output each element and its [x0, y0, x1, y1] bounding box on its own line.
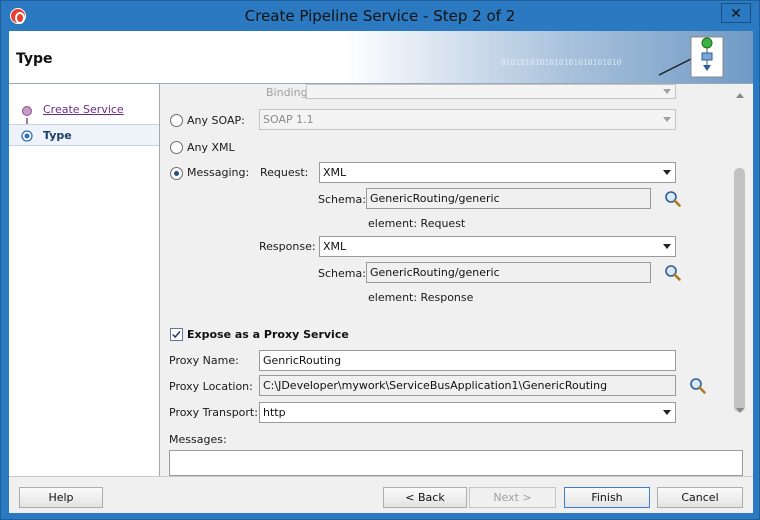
finish-button[interactable]: Finish [564, 487, 650, 508]
messaging-radio[interactable] [170, 167, 183, 180]
wizard-steps-panel: Create Service Type [9, 84, 160, 476]
chevron-down-icon [663, 244, 671, 249]
step-create-service-link[interactable]: Create Service [43, 103, 124, 116]
proxy-name-value: GenricRouting [263, 354, 342, 367]
expose-proxy-checkbox[interactable] [170, 328, 183, 341]
dialog-window: Create Pipeline Service - Step 2 of 2 ✕ … [0, 0, 760, 520]
proxy-name-input[interactable]: GenricRouting [259, 350, 676, 371]
help-button[interactable]: Help [19, 487, 103, 508]
step-current-icon [21, 130, 33, 142]
proxy-location-label: Proxy Location: [169, 380, 253, 393]
chevron-down-icon [663, 117, 671, 122]
soap-version-value: SOAP 1.1 [263, 113, 314, 126]
type-form-panel: Binding: Any SOAP: SOAP 1.1 Any XML Mess… [160, 84, 753, 476]
request-type-select[interactable]: XML [319, 162, 676, 183]
response-schema-search-icon[interactable] [664, 264, 682, 282]
request-schema-label: Schema: [318, 193, 366, 206]
request-type-value: XML [323, 166, 347, 179]
response-schema-field[interactable]: GenericRouting/generic [366, 262, 651, 283]
chevron-down-icon [663, 89, 671, 94]
wizard-button-bar: Help < Back Next > Finish Cancel [9, 476, 753, 513]
messages-area [169, 450, 743, 476]
request-label: Request: [260, 166, 309, 179]
window-title: Create Pipeline Service - Step 2 of 2 [244, 7, 516, 25]
request-schema-field[interactable]: GenericRouting/generic [366, 188, 651, 209]
chevron-down-icon [663, 410, 671, 415]
soap-version-select[interactable]: SOAP 1.1 [259, 109, 676, 130]
request-schema-value: GenericRouting/generic [370, 192, 500, 205]
binding-select[interactable] [306, 84, 676, 99]
any-soap-radio[interactable] [170, 114, 183, 127]
request-schema-search-icon[interactable] [664, 190, 682, 208]
response-type-select[interactable]: XML [319, 236, 676, 257]
dialog-body: Type 0101010101010101010101010 Create Se… [9, 31, 753, 513]
back-button[interactable]: < Back [383, 487, 467, 508]
form-scrollbar[interactable] [731, 84, 749, 422]
request-element-text: element: Request [368, 217, 466, 230]
any-xml-radio[interactable] [170, 141, 183, 154]
response-type-value: XML [323, 240, 347, 253]
next-button[interactable]: Next > [469, 487, 556, 508]
proxy-location-value: C:\JDeveloper\mywork\ServiceBusApplicati… [263, 379, 608, 392]
cancel-button[interactable]: Cancel [657, 487, 743, 508]
page-title: Type [16, 51, 53, 67]
proxy-transport-label: Proxy Transport: [169, 406, 258, 419]
messaging-label: Messaging: [187, 166, 250, 179]
close-button[interactable]: ✕ [721, 3, 751, 23]
proxy-name-label: Proxy Name: [169, 354, 239, 367]
step-visited-icon [22, 106, 32, 116]
response-label: Response: [259, 240, 316, 253]
wizard-header: Type 0101010101010101010101010 [9, 31, 753, 84]
binary-decoration: 0101010101010101010101010 [501, 58, 622, 67]
step-type-label: Type [43, 129, 72, 142]
close-icon: ✕ [730, 4, 742, 21]
checkmark-icon [172, 331, 181, 339]
scrollbar-thumb[interactable] [734, 168, 745, 412]
proxy-location-search-icon[interactable] [689, 377, 707, 395]
proxy-location-field[interactable]: C:\JDeveloper\mywork\ServiceBusApplicati… [259, 375, 676, 396]
binding-label: Binding: [266, 86, 312, 99]
chevron-down-icon [663, 170, 671, 175]
any-soap-label: Any SOAP: [187, 114, 245, 127]
messages-label: Messages: [169, 433, 227, 446]
scroll-down-icon[interactable] [736, 408, 744, 413]
title-bar[interactable]: Create Pipeline Service - Step 2 of 2 ✕ [1, 1, 759, 31]
response-element-text: element: Response [368, 291, 474, 304]
step-type[interactable]: Type [9, 124, 159, 146]
response-schema-label: Schema: [318, 267, 366, 280]
proxy-transport-select[interactable]: http [259, 402, 676, 423]
any-xml-label: Any XML [187, 141, 235, 154]
response-schema-value: GenericRouting/generic [370, 266, 500, 279]
step-create-service[interactable]: Create Service [9, 100, 159, 140]
expose-proxy-label: Expose as a Proxy Service [187, 328, 349, 341]
pipeline-wizard-icon [658, 36, 724, 78]
scroll-up-icon[interactable] [736, 93, 744, 98]
proxy-transport-value: http [263, 406, 286, 419]
